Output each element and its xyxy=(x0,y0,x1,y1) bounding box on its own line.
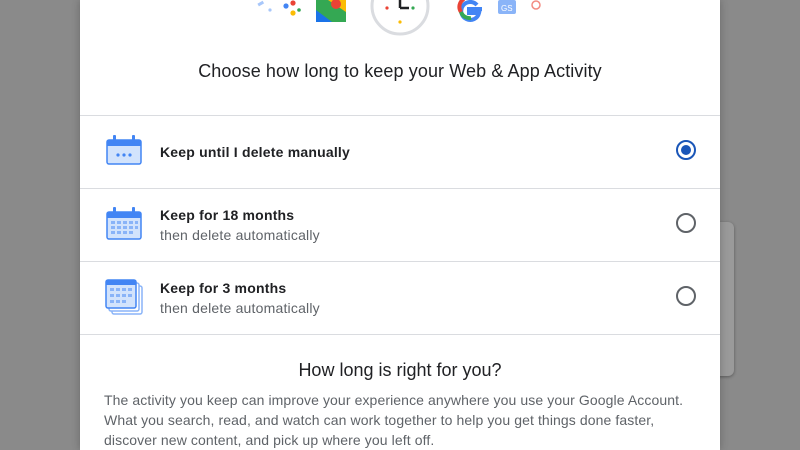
calendar-grid-icon xyxy=(106,207,142,240)
option-title: Keep until I delete manually xyxy=(160,144,350,160)
option-keep-18-months[interactable]: Keep for 18 months then delete automatic… xyxy=(80,189,720,261)
info-heading: How long is right for you? xyxy=(298,360,502,380)
calendar-single-icon xyxy=(106,135,142,165)
option-keep-3-months[interactable]: Keep for 3 months then delete automatica… xyxy=(80,262,720,334)
svg-text:GS: GS xyxy=(501,4,513,13)
radio-keep-3-months[interactable] xyxy=(676,286,696,306)
option-title: Keep for 3 months xyxy=(160,280,287,296)
activity-retention-dialog: GS Choose how long to keep your Web & Ap… xyxy=(80,0,720,450)
option-subtitle: then delete automatically xyxy=(160,227,320,243)
radio-keep-manually[interactable] xyxy=(676,140,696,160)
option-title: Keep for 18 months xyxy=(160,207,295,223)
calendar-stack-icon xyxy=(105,279,143,315)
hero-illustration: GS xyxy=(257,0,541,36)
assistant-icon xyxy=(283,0,301,16)
google-logo-icon xyxy=(457,0,482,22)
decoration-icon xyxy=(257,0,272,12)
divider xyxy=(80,334,720,335)
news-icon: GS xyxy=(498,0,541,14)
dialog-title: Choose how long to keep your Web & App A… xyxy=(198,61,602,81)
maps-icon xyxy=(316,0,346,22)
radio-keep-18-months[interactable] xyxy=(676,213,696,233)
option-keep-manually[interactable]: Keep until I delete manually xyxy=(80,116,720,188)
info-body: The activity you keep can improve your e… xyxy=(104,392,684,448)
option-subtitle: then delete automatically xyxy=(160,300,320,316)
clock-icon xyxy=(370,0,430,36)
